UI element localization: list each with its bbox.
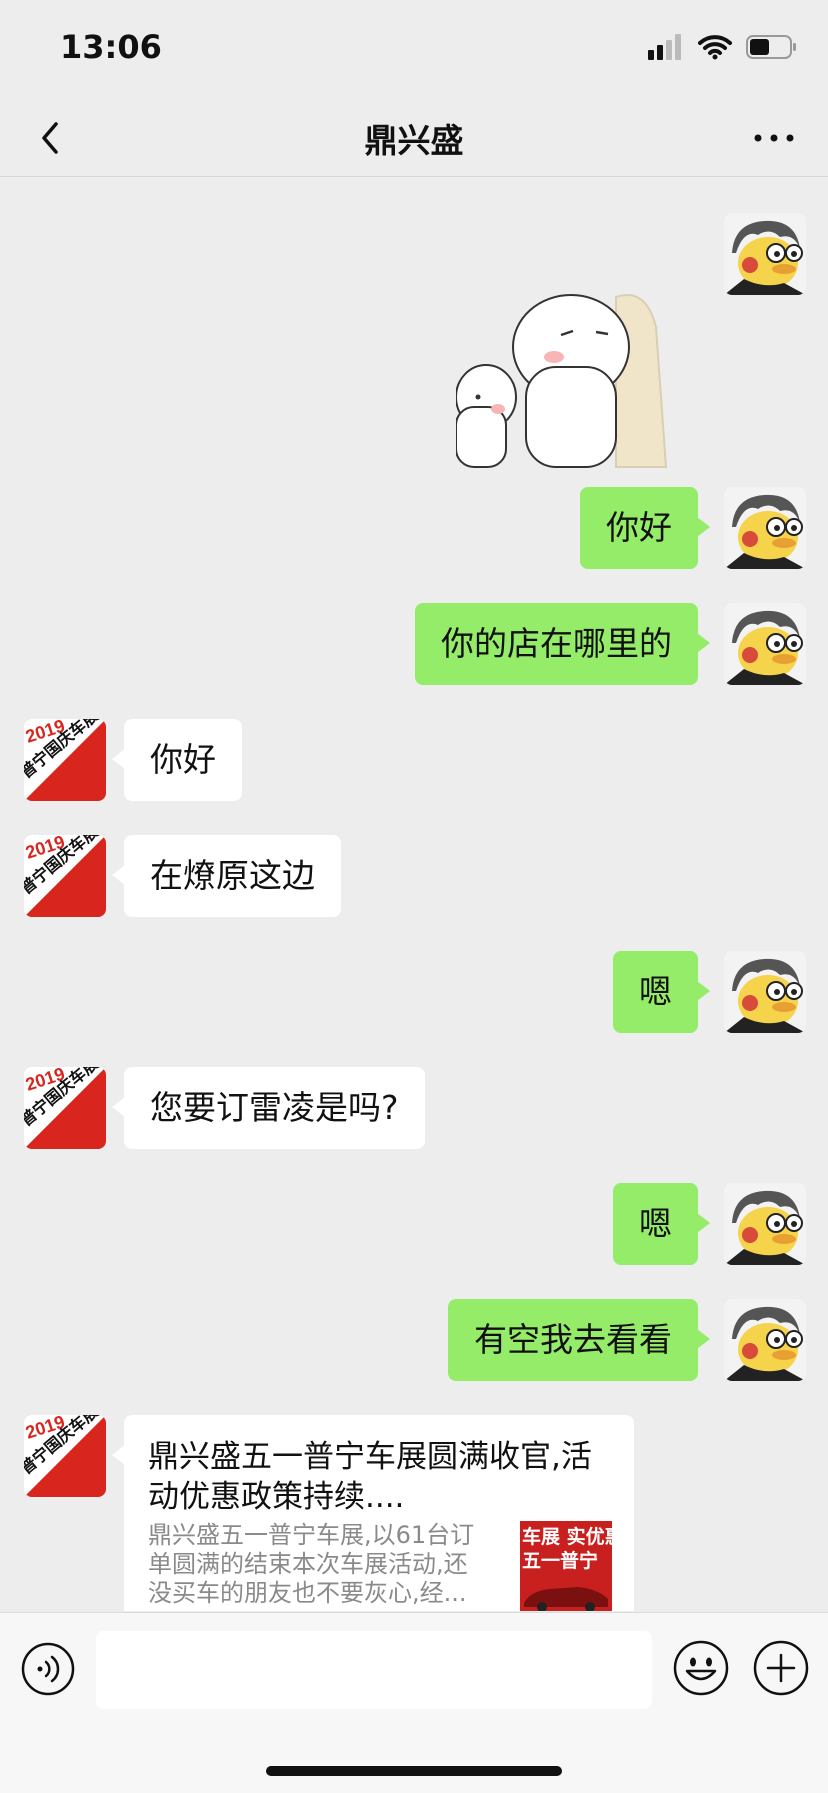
message-row: 嗯: [0, 951, 828, 1033]
car-image-icon: [524, 1587, 608, 1611]
my-message-bubble[interactable]: 你好: [580, 487, 710, 569]
message-row: 你的店在哪里的: [0, 603, 828, 685]
shop-avatar[interactable]: 2019 普宁国庆车展: [24, 1067, 106, 1149]
thumbnail-caption: 五一普宁: [522, 1550, 599, 1572]
article-thumbnail: 车展 实优惠 五一普宁: [520, 1521, 612, 1611]
message-row: 2019 普宁国庆车展 你好: [0, 719, 828, 801]
my-avatar[interactable]: [724, 951, 806, 1033]
shop-avatar[interactable]: 2019 普宁国庆车展: [24, 719, 106, 801]
shop-message-bubble[interactable]: 在燎原这边: [112, 835, 341, 917]
message-row: 2019 普宁国庆车展 鼎兴盛五一普宁车展圆满收官,活动优惠政策持续.... 鼎…: [0, 1415, 828, 1611]
my-message-bubble[interactable]: 嗯: [613, 951, 710, 1033]
battery-icon: [746, 35, 796, 59]
voice-input-button[interactable]: [20, 1641, 76, 1697]
status-icons: [648, 34, 798, 60]
chat-title: 鼎兴盛: [364, 121, 464, 160]
message-row: 2019 普宁国庆车展 在燎原这边: [0, 835, 828, 917]
shared-article-card[interactable]: 鼎兴盛五一普宁车展圆满收官,活动优惠政策持续.... 鼎兴盛五一普宁车展,以61…: [112, 1415, 634, 1611]
emoji-button[interactable]: [672, 1639, 730, 1697]
nav-bar: 鼎兴盛: [0, 100, 828, 177]
message-row: 2019 普宁国庆车展 您要订雷凌是吗?: [0, 1067, 828, 1149]
my-message-bubble[interactable]: 嗯: [613, 1183, 710, 1265]
message-row: 嗯: [0, 1183, 828, 1265]
status-bar: 13:06: [0, 0, 828, 100]
my-message-bubble[interactable]: 你的店在哪里的: [415, 603, 710, 685]
more-options-button[interactable]: [748, 118, 800, 158]
shop-avatar[interactable]: 2019 普宁国庆车展: [24, 1415, 106, 1497]
article-title: 鼎兴盛五一普宁车展圆满收官,活动优惠政策持续....: [148, 1439, 592, 1515]
home-indicator[interactable]: [266, 1766, 562, 1776]
shop-avatar[interactable]: 2019 普宁国庆车展: [24, 835, 106, 917]
message-input[interactable]: [96, 1631, 652, 1709]
cellular-signal-icon: [648, 34, 681, 60]
chat-message-list[interactable]: 你好 你的店在哪里的 2019 普宁国庆车展 你好 2019 普宁国庆车展 在燎…: [0, 177, 828, 1611]
my-avatar[interactable]: [724, 1183, 806, 1265]
sticker-image[interactable]: [456, 267, 696, 477]
message-row: 有空我去看看: [0, 1299, 828, 1381]
my-avatar[interactable]: [724, 487, 806, 569]
my-message-bubble[interactable]: 有空我去看看: [448, 1299, 710, 1381]
shop-message-bubble[interactable]: 你好: [112, 719, 242, 801]
my-avatar[interactable]: [724, 1299, 806, 1381]
message-row: [0, 213, 828, 468]
status-time: 13:06: [60, 28, 162, 66]
my-avatar[interactable]: [724, 213, 806, 295]
article-description: 鼎兴盛五一普宁车展,以61台订单圆满的结束本次车展活动,还没买车的朋友也不要灰心…: [148, 1521, 475, 1607]
more-functions-button[interactable]: [752, 1639, 810, 1697]
message-row: 你好: [0, 487, 828, 569]
wifi-icon: [698, 35, 732, 60]
my-avatar[interactable]: [724, 603, 806, 685]
thumbnail-caption: 车展 实优惠: [522, 1526, 612, 1548]
shop-message-bubble[interactable]: 您要订雷凌是吗?: [112, 1067, 425, 1149]
